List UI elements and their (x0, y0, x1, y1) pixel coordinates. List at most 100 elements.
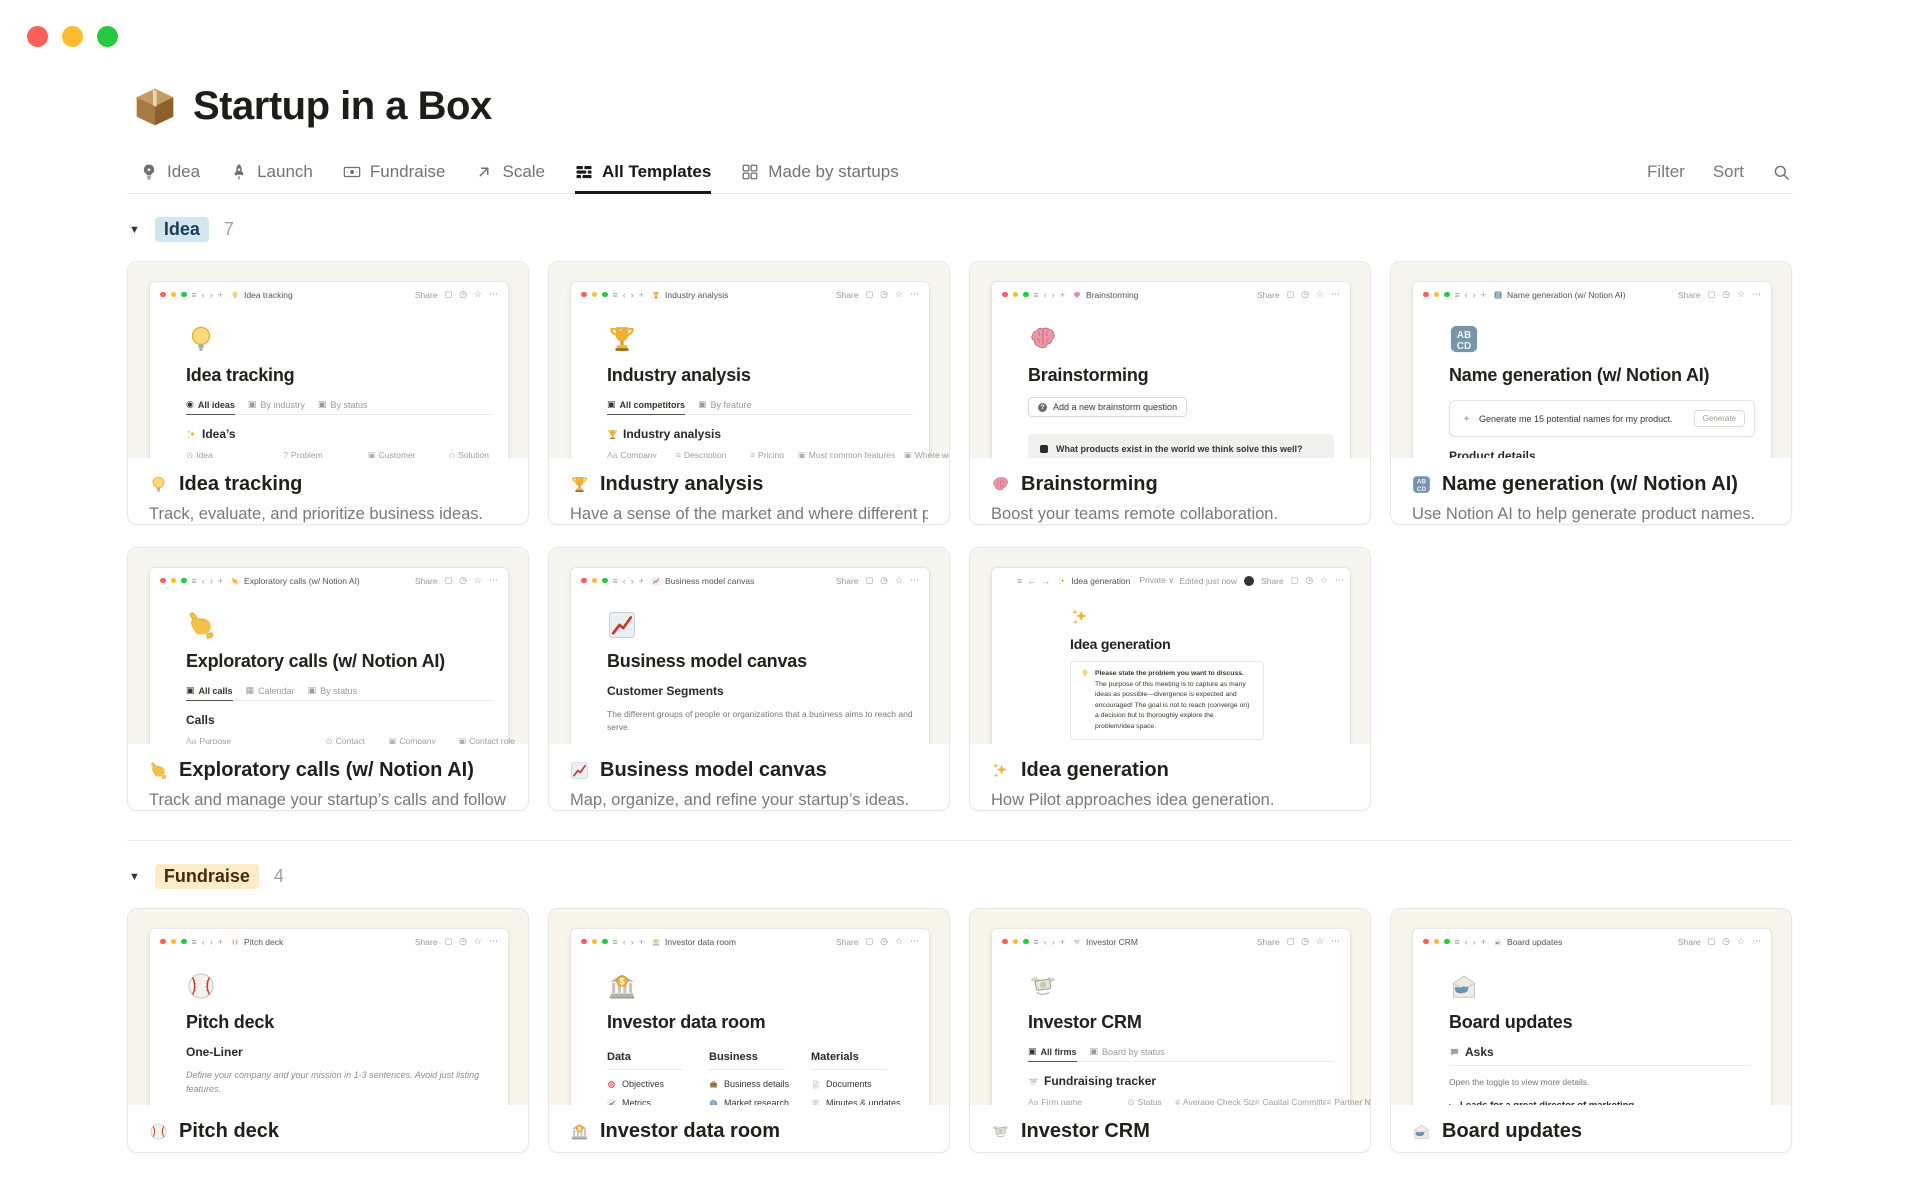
card-thumbnail: ≡ ‹ › + Exploratory calls (w/ Notion AI) Shar… (128, 548, 528, 744)
mini-section-heading: Asks (1449, 1045, 1751, 1066)
search-icon[interactable] (1772, 163, 1791, 182)
nav-tabs: Idea Launch Fundraise Scale All Templates Mad… (140, 152, 899, 194)
mini-table-header-label: Company (399, 736, 436, 744)
mini-view-tabs: ◉ All ideas ▣ By industry ▣ By status (186, 399, 492, 415)
chart-up-icon (607, 1099, 616, 1105)
mini-page-link-label: Market research (724, 1098, 790, 1105)
mini-table: Aa Firm name ⊙ Status # Average Check Size # Ca… (1028, 1094, 1370, 1105)
share-button: Share (414, 289, 438, 300)
card-thumbnail: ≡ ← → Idea generation Private ∨ Edited just n… (970, 548, 1370, 744)
mini-topbar-actions: Share ◻ ◷ ☆ ⋯ (1257, 289, 1340, 300)
template-card-pitch-deck[interactable]: ≡ ‹ › + Pitch deck Share ◻ ◷ ☆ ⋯ Pitch deck One-Lin… (127, 908, 529, 1153)
template-card-board-updates[interactable]: ≡ ‹ › + Board updates Share ◻ ◷ ☆ ⋯ Board updates A… (1390, 908, 1792, 1153)
template-card-business-model-canvas[interactable]: ≡ ‹ › + Business model canvas Share ◻ ◷ ☆ ⋯ Busine… (548, 547, 950, 811)
template-card-idea-tracking[interactable]: ≡ ‹ › + Idea tracking Share ◻ ◷ ☆ ⋯ Idea tracking ◉… (127, 261, 529, 525)
mini-page-link-label: Business details (724, 1079, 790, 1089)
view-tab-label: By feature (710, 399, 752, 410)
section-toggle-icon[interactable]: ▼ (129, 224, 140, 236)
back-icon: ‹ (201, 289, 205, 300)
card-footer: Industry analysis Have a sense of the mar… (549, 458, 949, 524)
forward-icon: › (630, 575, 634, 586)
view-tab-label: All ideas (197, 399, 235, 410)
page-title: Startup in a Box (193, 84, 492, 128)
nav-tab-all-templates[interactable]: All Templates (575, 152, 712, 194)
mini-table-header-label: Purpose (199, 736, 232, 744)
close-window-button[interactable] (27, 26, 48, 47)
trophy-icon (607, 429, 618, 440)
mini-table-header-cell: ▣ Customer (367, 447, 449, 458)
card-footer: AB CD Name generation (w/ Notion AI) Use No… (1391, 458, 1791, 524)
card-thumbnail: ≡ ‹ › + $ Investor data room Share ◻ ◷ ☆ ⋯ $ Investo… (549, 909, 949, 1105)
template-card-investor-data-room[interactable]: ≡ ‹ › + $ Investor data room Share ◻ ◷ ☆ ⋯ $ Investo… (548, 908, 950, 1153)
mini-table-header-label: Partner Name (1334, 1097, 1370, 1105)
updates-icon: ◷ (459, 936, 467, 946)
mini-page-title: Investor CRM (1028, 1012, 1142, 1032)
mini-traffic-dot (581, 577, 587, 584)
bulb-nav-icon (140, 163, 158, 181)
mini-paragraph: The different groups of people or organi… (607, 709, 913, 732)
zoom-window-button[interactable] (97, 26, 118, 47)
mini-view-tabs: ▣ All competitors ▣ By feature (607, 399, 913, 415)
sort-button[interactable]: Sort (1713, 162, 1744, 182)
mini-traffic-dot (170, 938, 176, 945)
template-card-name-generation[interactable]: ≡ ‹ › + AB CD Name generation (w/ Notion AI) Sh… (1390, 261, 1792, 525)
nav-tab-label: Idea (167, 161, 201, 181)
star-icon: ☆ (1736, 936, 1745, 946)
mini-page-icon (1028, 971, 1334, 1001)
trophy-icon (652, 291, 660, 299)
baseball-icon (149, 1122, 168, 1141)
template-card-exploratory-calls[interactable]: ≡ ‹ › + Exploratory calls (w/ Notion AI) Shar… (127, 547, 529, 811)
template-card-brainstorming[interactable]: ≡ ‹ › + Brainstorming Share ◻ ◷ ☆ ⋯ Brainstorming?… (969, 261, 1371, 525)
property-icon: ▣ (903, 450, 912, 458)
mini-window-title: Industry analysis (665, 289, 729, 300)
page-header: Startup in a Box (133, 0, 1793, 129)
mini-page-icon (1028, 324, 1334, 354)
card-description: Track and manage your startup’s calls an… (149, 791, 507, 809)
svg-text:$: $ (620, 976, 625, 986)
nav-tab-fundraise[interactable]: Fundraise (343, 152, 445, 194)
card-footer: Idea tracking Track, evaluate, and priori… (128, 458, 528, 524)
template-card-industry-analysis[interactable]: ≡ ‹ › + Industry analysis Share ◻ ◷ ☆ ⋯ Industry a… (548, 261, 950, 525)
sparkles-icon (186, 429, 197, 440)
nav-tab-launch[interactable]: Launch (230, 152, 313, 194)
mini-window-preview: ≡ ‹ › + AB CD Name generation (w/ Notion AI) Sh… (1413, 282, 1771, 458)
template-grid-fundraise: ≡ ‹ › + Pitch deck Share ◻ ◷ ☆ ⋯ Pitch deck One-Lin… (127, 908, 1793, 1153)
section-toggle-icon[interactable]: ▼ (129, 871, 140, 883)
minimize-window-button[interactable] (62, 26, 83, 47)
mini-window-body: Brainstorming? Add a new brainstorm quest… (992, 324, 1350, 458)
comment-icon: ◻ (444, 575, 453, 585)
card-thumbnail: ≡ ‹ › + Investor CRM Share ◻ ◷ ☆ ⋯ Investor CRM ▣ Al… (970, 909, 1370, 1105)
menu-icon: ≡ (1017, 575, 1023, 586)
menu-icon: ≡ (612, 936, 618, 947)
share-button: Share (835, 936, 859, 947)
back-icon: ‹ (1464, 289, 1468, 300)
filter-button[interactable]: Filter (1647, 162, 1685, 182)
mini-window-title: Idea tracking (244, 289, 293, 300)
mini-table-header-label: Solution (458, 450, 489, 458)
mini-page-icon (186, 610, 492, 640)
view-icon: ▣ (317, 399, 327, 409)
view-tab-label: Board by status (1102, 1046, 1165, 1057)
mini-table: AaPurpose⊙Contact▣Company▣Contact rolePa… (186, 733, 528, 744)
mini-table-header-row: ⊙ Idea? Problem ▣ Customer ◇ Solution (186, 447, 511, 458)
nav-tab-label: All Templates (602, 161, 712, 181)
envelope-icon (1494, 938, 1502, 946)
mini-table-header-label: Firm name (1041, 1097, 1083, 1105)
share-button: Share (1261, 575, 1284, 586)
mini-table-header-label: Description (683, 450, 727, 458)
money-wings-icon (1073, 938, 1081, 946)
nav-tab-scale[interactable]: Scale (475, 152, 545, 194)
template-grid-idea: ≡ ‹ › + Idea tracking Share ◻ ◷ ☆ ⋯ Idea tracking ◉… (127, 261, 1793, 811)
mini-table-header-cell: ⊙ Idea (186, 447, 284, 458)
template-card-investor-crm[interactable]: ≡ ‹ › + Investor CRM Share ◻ ◷ ☆ ⋯ Investor CRM ▣ Al… (969, 908, 1371, 1153)
template-card-idea-generation[interactable]: ≡ ← → Idea generation Private ∨ Edited just n… (969, 547, 1371, 811)
more-icon: ⋯ (489, 289, 498, 299)
star-icon: ☆ (894, 936, 903, 946)
view-icon: ▣ (247, 399, 257, 409)
mini-callout-strong: Please state the problem you want to dis… (1095, 670, 1244, 677)
property-icon: ≡ (750, 450, 756, 458)
mini-window-body: Business model canvas Customer Segments Th… (571, 610, 929, 744)
nav-tab-idea[interactable]: Idea (140, 152, 200, 194)
mini-table-header-cell: ≡ Pricing (750, 447, 798, 458)
nav-tab-made-by-startups[interactable]: Made by startups (741, 152, 899, 194)
